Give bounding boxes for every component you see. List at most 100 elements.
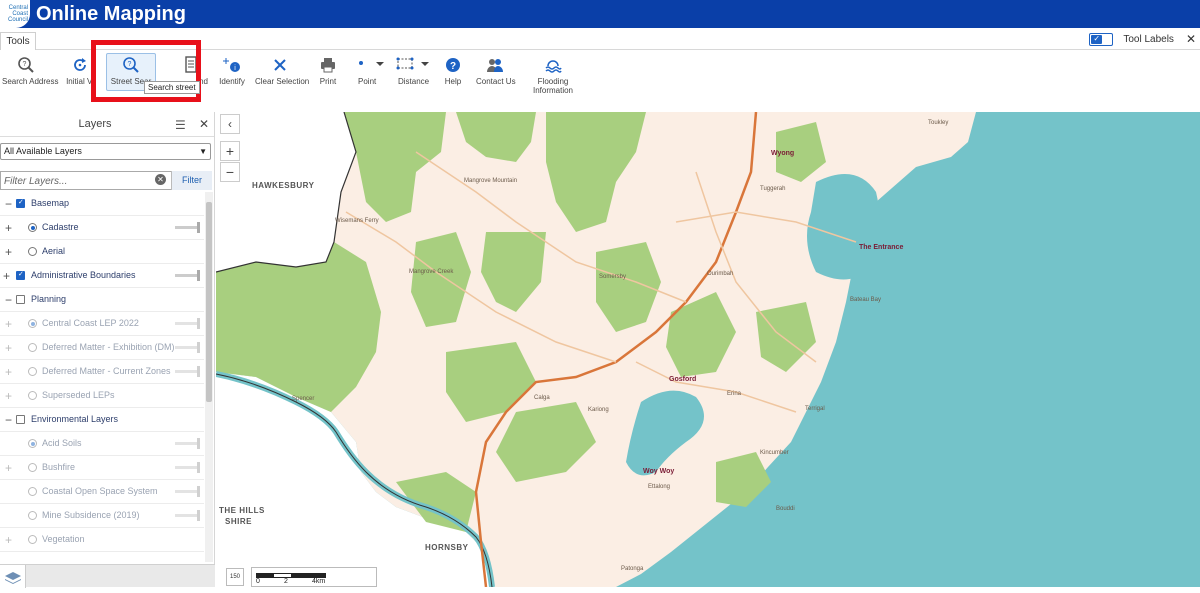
layer-row-cadastre[interactable]: + Cadastre — [0, 216, 204, 240]
scrollbar-thumb[interactable] — [206, 202, 212, 402]
layer-row-vegetation[interactable]: + Vegetation — [0, 528, 204, 552]
layer-row-basemap[interactable]: − Basemap — [0, 192, 204, 216]
zoom-in-button[interactable]: + — [220, 141, 240, 161]
layer-radio[interactable] — [28, 367, 37, 376]
expand-icon[interactable]: + — [5, 533, 12, 547]
clear-selection-button[interactable]: Clear Selection — [255, 56, 309, 86]
layer-radio[interactable] — [28, 319, 37, 328]
help-button[interactable]: ? Help — [442, 56, 464, 86]
close-icon[interactable]: ✕ — [199, 117, 209, 131]
layer-row-administrative-boundaries[interactable]: + Administrative Boundaries — [0, 264, 204, 288]
collapse-icon[interactable]: − — [5, 293, 12, 307]
opacity-slider[interactable] — [175, 270, 200, 281]
expand-icon[interactable]: + — [5, 341, 12, 355]
close-icon[interactable]: ✕ — [1186, 32, 1196, 46]
layer-row-bushfire[interactable]: + Bushfire — [0, 456, 204, 480]
opacity-slider[interactable] — [175, 318, 200, 329]
opacity-slider[interactable] — [175, 510, 200, 521]
opacity-slider[interactable] — [175, 366, 200, 377]
identify-button[interactable]: i Identify — [216, 56, 248, 86]
layer-label: Planning — [31, 294, 67, 304]
expand-icon[interactable]: + — [5, 389, 12, 403]
menu-icon[interactable]: ☰ — [175, 118, 186, 132]
layer-radio[interactable] — [28, 463, 37, 472]
layer-row-environmental-layers[interactable]: − Environmental Layers — [0, 408, 204, 432]
layer-row-aerial[interactable]: + Aerial — [0, 240, 204, 264]
town-label: Kariong — [588, 407, 609, 413]
lake — [807, 174, 880, 280]
layers-scrollbar[interactable] — [205, 192, 213, 562]
filter-button[interactable]: Filter — [171, 171, 212, 190]
region-label: THE HILLS — [219, 506, 265, 515]
layer-row-acid-soils[interactable]: Acid Soils — [0, 432, 204, 456]
expand-icon[interactable]: + — [5, 461, 12, 475]
town-label: Ettalong — [648, 484, 671, 490]
town-label: Wisemans Ferry — [335, 218, 379, 224]
expand-icon[interactable]: + — [3, 269, 10, 283]
print-button[interactable]: Print — [316, 56, 340, 86]
initial-view-button[interactable]: Initial Vi — [62, 56, 98, 86]
point-button[interactable]: Point — [354, 56, 390, 86]
collapse-icon[interactable]: − — [5, 413, 12, 427]
contact-us-button[interactable]: Contact Us — [476, 56, 516, 86]
town-label: Mangrove Mountain — [464, 178, 518, 184]
map-canvas[interactable] — [216, 112, 1200, 587]
expand-icon[interactable]: + — [5, 245, 12, 259]
layer-label: Coastal Open Space System — [42, 486, 158, 496]
layer-radio[interactable] — [28, 439, 37, 448]
layer-row-deferred-matter-exhibition[interactable]: + Deferred Matter - Exhibition (DM) — [0, 336, 204, 360]
tool-labels-toggle[interactable] — [1089, 32, 1114, 46]
layer-radio[interactable] — [28, 247, 37, 256]
expand-icon[interactable]: + — [5, 317, 12, 331]
layer-label: Vegetation — [42, 534, 85, 544]
layer-radio[interactable] — [28, 223, 37, 232]
layer-row-superseded-leps[interactable]: + Superseded LEPs — [0, 384, 204, 408]
layer-radio[interactable] — [28, 535, 37, 544]
expand-icon[interactable]: + — [5, 365, 12, 379]
layer-label: Basemap — [31, 198, 70, 208]
town-label: Patonga — [621, 566, 644, 572]
flood-icon — [545, 60, 562, 73]
layer-label: Superseded LEPs — [42, 390, 115, 400]
overview-button[interactable]: 150 — [226, 568, 244, 586]
panel-title: Layers — [78, 118, 112, 130]
layer-checkbox[interactable] — [16, 198, 25, 208]
svg-text:?: ? — [450, 61, 456, 72]
layer-radio[interactable] — [28, 511, 37, 520]
zoom-out-button[interactable]: − — [220, 162, 240, 182]
layer-row-planning[interactable]: − Planning — [0, 288, 204, 312]
search-address-button[interactable]: ? Search Address — [2, 56, 58, 86]
layer-radio[interactable] — [28, 487, 37, 496]
layer-row-mine-subsidence[interactable]: Mine Subsidence (2019) — [0, 504, 204, 528]
opacity-slider[interactable] — [175, 462, 200, 473]
logo-line: Council — [7, 17, 28, 23]
map-view[interactable]: HAWKESBURY THE HILLS SHIRE HORNSBY Wyong… — [216, 112, 1200, 587]
tool-label: Initial Vi — [66, 77, 94, 86]
council-logo[interactable]: Central Coast Council — [0, 0, 30, 28]
panel-header: Layers ☰ ✕ — [0, 112, 214, 137]
opacity-slider[interactable] — [175, 342, 200, 353]
opacity-slider[interactable] — [175, 222, 200, 233]
select-value: All Available Layers — [4, 146, 82, 156]
distance-button[interactable]: Distance — [396, 56, 432, 86]
opacity-slider[interactable] — [175, 438, 200, 449]
layers-toggle-button[interactable] — [0, 565, 26, 588]
flooding-information-button[interactable]: Flooding Information — [530, 56, 576, 95]
collapse-panel-button[interactable]: ‹ — [220, 114, 240, 134]
filter-input[interactable]: Filter Layers... ✕ Filter — [0, 171, 212, 190]
layer-row-coastal-open-space[interactable]: Coastal Open Space System — [0, 480, 204, 504]
layer-row-central-coast-lep-2022[interactable]: + Central Coast LEP 2022 — [0, 312, 204, 336]
layer-radio[interactable] — [28, 343, 37, 352]
layer-radio[interactable] — [28, 391, 37, 400]
layer-set-select[interactable]: All Available Layers ▼ — [0, 143, 211, 160]
town-label: Calga — [534, 395, 550, 401]
tab-tools[interactable]: Tools — [0, 32, 36, 50]
clear-icon[interactable]: ✕ — [155, 174, 166, 185]
collapse-icon[interactable]: − — [5, 197, 12, 211]
layer-checkbox[interactable] — [16, 295, 25, 304]
opacity-slider[interactable] — [175, 486, 200, 497]
layer-row-deferred-matter-current[interactable]: + Deferred Matter - Current Zones — [0, 360, 204, 384]
expand-icon[interactable]: + — [5, 221, 12, 235]
layer-checkbox[interactable] — [16, 415, 25, 424]
layer-checkbox[interactable] — [16, 270, 25, 280]
